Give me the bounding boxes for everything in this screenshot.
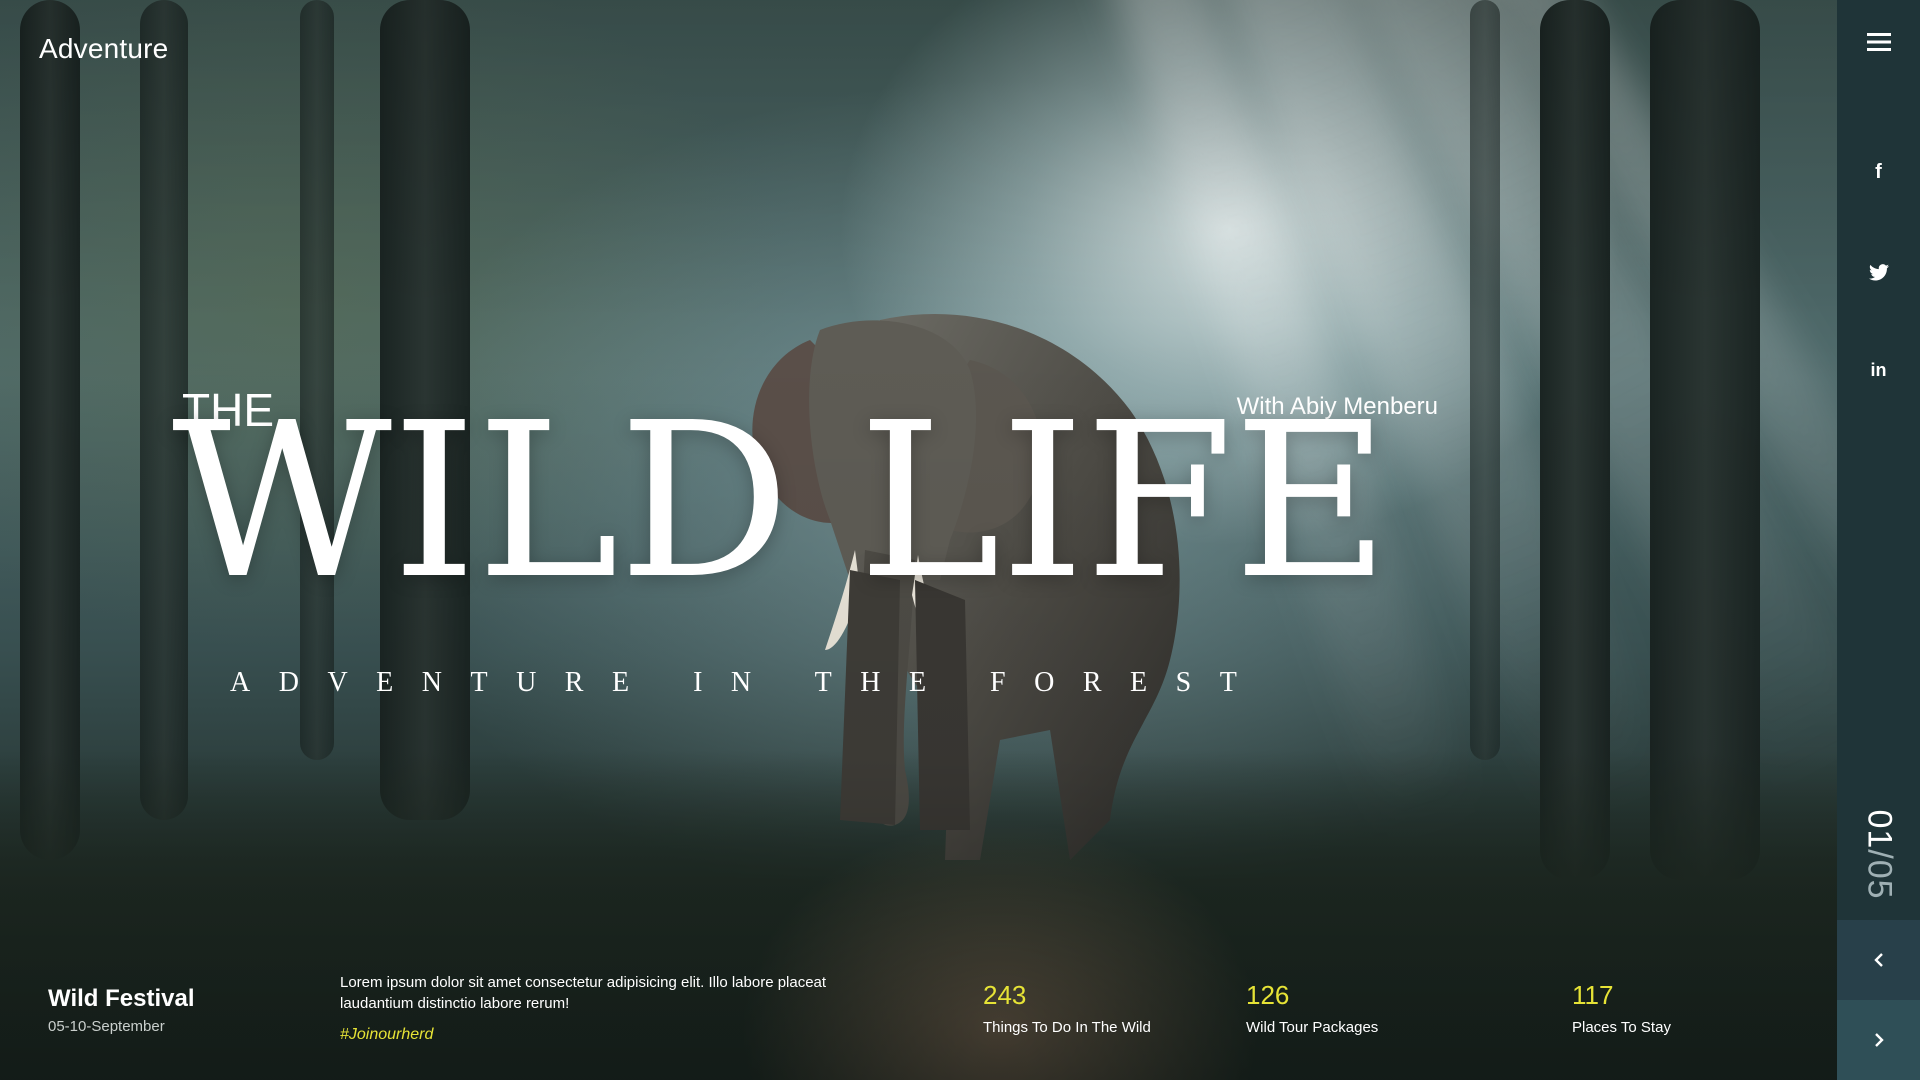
- stat-things-to-do: 243 Things To Do In The Wild: [983, 980, 1151, 1036]
- slide-counter-current: 01: [1860, 809, 1899, 850]
- next-slide-button[interactable]: [1837, 1000, 1920, 1080]
- slide-counter-separator: /: [1860, 849, 1899, 860]
- hero-title: WILD LIFE: [172, 377, 1390, 626]
- event-date: 05-10-September: [48, 1018, 165, 1035]
- event-title: Wild Festival: [48, 985, 195, 1012]
- slide-counter-total: 05: [1860, 859, 1899, 900]
- event-description: Lorem ipsum dolor sit amet consectetur a…: [340, 974, 827, 1012]
- chevron-left-icon: [1873, 953, 1883, 967]
- linkedin-icon[interactable]: in: [1837, 348, 1920, 392]
- brand-logo[interactable]: Adventure: [39, 33, 168, 65]
- hamburger-menu-icon[interactable]: [1837, 20, 1920, 64]
- facebook-icon[interactable]: f: [1837, 150, 1920, 194]
- stat-places-to-stay: 117 Places To Stay: [1572, 980, 1671, 1036]
- hashtag-link[interactable]: #Joinourherd: [340, 1026, 433, 1044]
- stat-value: 126: [1246, 980, 1290, 1010]
- stat-label: Wild Tour Packages: [1246, 1019, 1379, 1036]
- twitter-icon[interactable]: [1837, 250, 1920, 294]
- stat-label: Things To Do In The Wild: [983, 1019, 1151, 1036]
- right-sidebar: f in 01/05: [1837, 0, 1920, 1080]
- stat-value: 117: [1572, 980, 1614, 1010]
- chevron-right-icon: [1874, 1033, 1884, 1047]
- slide-counter-text: 01/05: [1860, 805, 1899, 905]
- hero-subtitle: ADVENTURE IN THE FOREST: [230, 667, 1266, 698]
- stat-value: 243: [983, 980, 1027, 1010]
- prev-slide-button[interactable]: [1837, 920, 1920, 1000]
- slide-counter: 01/05: [1859, 800, 1899, 900]
- stat-tour-packages: 126 Wild Tour Packages: [1246, 980, 1378, 1036]
- stat-label: Places To Stay: [1572, 1019, 1671, 1036]
